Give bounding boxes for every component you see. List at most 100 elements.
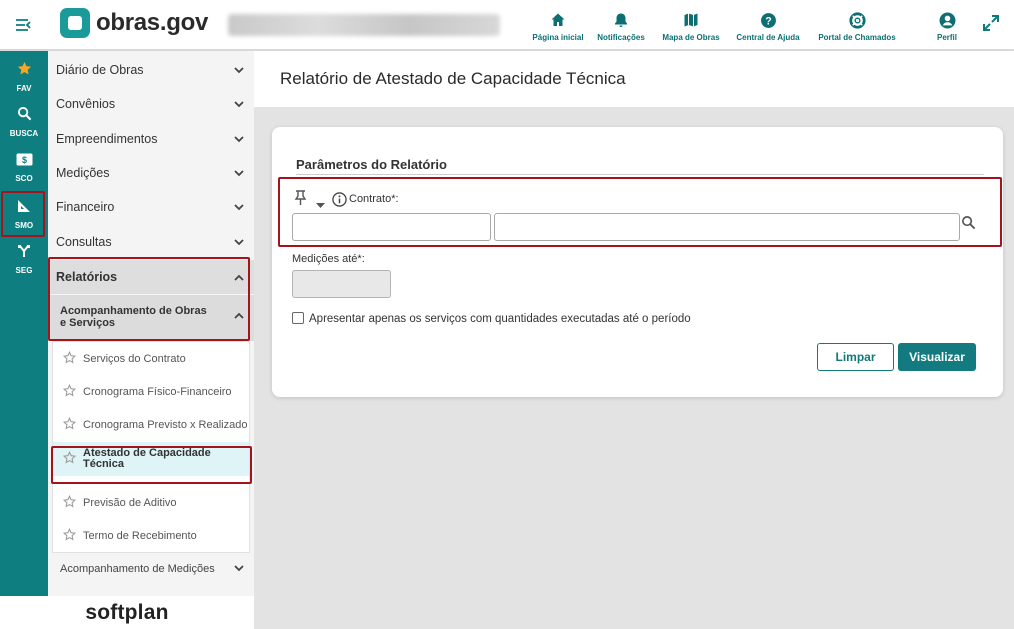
sub-item-label: Cronograma Físico-Financeiro: [83, 385, 232, 398]
only-executed-checkbox[interactable]: [292, 312, 304, 324]
chevron-up-icon: [234, 310, 244, 322]
sub-item-previsao-aditivo[interactable]: Previsão de Aditivo: [53, 486, 249, 519]
sub-item-label: Cronograma Previsto x Realizado: [83, 418, 248, 431]
medicoes-label: Medições até*:: [292, 253, 365, 265]
nav-help-label: Central de Ajuda: [736, 33, 800, 42]
menu-consultas[interactable]: Consultas: [48, 225, 254, 259]
nav-tickets-label: Portal de Chamados: [818, 33, 896, 42]
menu-empreendimentos[interactable]: Empreendimentos: [48, 122, 254, 156]
rail-smo-label: SMO: [14, 220, 34, 230]
clear-button[interactable]: Limpar: [817, 343, 894, 371]
star-outline-icon[interactable]: [62, 527, 77, 544]
sub-item-label: Serviços do Contrato: [83, 352, 186, 365]
chevron-up-icon: [234, 270, 244, 284]
softplan-logo: softplan: [85, 600, 169, 624]
map-icon: [683, 10, 699, 30]
rail-fav[interactable]: FAV: [0, 55, 48, 99]
sub-item-termo-recebimento[interactable]: Termo de Recebimento: [53, 519, 249, 552]
rail-seg[interactable]: SEG: [0, 237, 48, 281]
chevron-down-icon: [234, 166, 244, 180]
view-button[interactable]: Visualizar: [898, 343, 976, 371]
star-icon: [17, 61, 32, 81]
nav-help[interactable]: ? Central de Ajuda: [728, 0, 808, 50]
submenu-panel: Serviços do Contrato Cronograma Físico-F…: [52, 341, 250, 553]
menu-consultas-label: Consultas: [56, 235, 112, 249]
nav-tickets[interactable]: Portal de Chamados: [808, 0, 906, 50]
lifebuoy-icon: [848, 10, 866, 30]
menu-medicoes[interactable]: Medições: [48, 156, 254, 190]
submenu-acompanhamento-obras[interactable]: Acompanhamento de Obras e Serviços: [48, 295, 254, 341]
environment-label: [228, 14, 500, 36]
help-icon: ?: [760, 10, 777, 30]
chevron-down-icon: [234, 63, 244, 77]
chevron-down-icon: [234, 563, 244, 575]
nav-map[interactable]: Mapa de Obras: [654, 0, 728, 50]
logo-mark-icon: [60, 8, 90, 38]
nav-home[interactable]: Página inicial: [528, 0, 588, 50]
menu-financeiro-label: Financeiro: [56, 200, 115, 214]
app-logo[interactable]: obras.gov: [60, 8, 208, 38]
nav-notifications[interactable]: Notificações: [588, 0, 654, 50]
info-icon[interactable]: [332, 192, 347, 212]
star-outline-icon[interactable]: [62, 494, 77, 511]
footer-brand: softplan: [0, 596, 254, 629]
sub-item-servicos[interactable]: Serviços do Contrato: [53, 342, 249, 375]
menu-toggle-icon[interactable]: [0, 0, 48, 50]
only-executed-label: Apresentar apenas os serviços com quanti…: [309, 313, 691, 325]
caret-down-icon[interactable]: [316, 196, 325, 214]
nav-profile-label: Perfil: [936, 33, 957, 42]
page-title: Relatório de Atestado de Capacidade Técn…: [280, 69, 626, 88]
svg-text:?: ?: [765, 15, 771, 27]
nav-home-label: Página inicial: [532, 33, 584, 42]
expand-icon[interactable]: [982, 14, 1000, 37]
menu-acompanhamento-medicoes-label: Acompanhamento de Medições: [60, 563, 215, 575]
rail-smo[interactable]: SMO: [0, 192, 48, 236]
star-outline-icon[interactable]: [62, 350, 77, 367]
submenu-title: Acompanhamento de Obras e Serviços: [60, 305, 207, 329]
menu-relatorios[interactable]: Relatórios: [48, 260, 254, 294]
nav-notifications-label: Notificações: [597, 33, 645, 42]
rail-search[interactable]: BUSCA: [0, 100, 48, 144]
section-title: Parâmetros do Relatório: [296, 157, 447, 172]
medicoes-select[interactable]: [292, 270, 391, 298]
merge-icon: [17, 244, 31, 263]
search-icon[interactable]: [961, 215, 976, 235]
contrato-code-input[interactable]: [292, 213, 491, 241]
rail-fav-label: FAV: [16, 84, 32, 93]
nav-profile[interactable]: Perfil: [906, 0, 988, 50]
money-icon: $: [16, 153, 33, 171]
menu-convenios[interactable]: Convênios: [48, 87, 254, 121]
menu-financeiro[interactable]: Financeiro: [48, 190, 254, 224]
menu-acompanhamento-medicoes[interactable]: Acompanhamento de Medições: [48, 552, 254, 586]
top-bar: obras.gov Página inicial Notificações Ma…: [0, 0, 1014, 50]
sub-item-cronograma-fisico[interactable]: Cronograma Físico-Financeiro: [53, 375, 249, 408]
contrato-description-input[interactable]: [494, 213, 960, 241]
ruler-icon: [17, 199, 31, 218]
menu-convenios-label: Convênios: [56, 97, 116, 111]
rail-seg-label: SEG: [15, 265, 33, 275]
rail-search-label: BUSCA: [9, 129, 39, 138]
contrato-label: Contrato*:: [349, 193, 399, 205]
pin-icon[interactable]: [294, 190, 307, 210]
sub-item-atestado[interactable]: Atestado de Capacidade Técnica: [53, 442, 249, 476]
home-icon: [550, 10, 566, 30]
logo-text: obras.gov: [96, 9, 208, 36]
star-outline-icon[interactable]: [62, 416, 77, 433]
rail-sco[interactable]: $ SCO: [0, 146, 48, 190]
section-divider: [296, 174, 984, 175]
sub-item-label: Termo de Recebimento: [83, 529, 197, 542]
module-rail: FAV BUSCA $ SCO SMO SEG: [0, 51, 48, 596]
star-outline-icon[interactable]: [62, 450, 77, 467]
star-outline-icon[interactable]: [62, 383, 77, 400]
chevron-down-icon: [234, 132, 244, 146]
sub-item-label: Atestado de Capacidade Técnica: [83, 447, 211, 470]
side-menu: Diário de Obras Convênios Empreendimento…: [48, 51, 254, 596]
menu-relatorios-label: Relatórios: [56, 270, 118, 284]
search-icon: [17, 106, 32, 126]
menu-diario-label: Diário de Obras: [56, 63, 144, 77]
sub-item-cronograma-previsto[interactable]: Cronograma Previsto x Realizado: [53, 408, 249, 441]
menu-diario[interactable]: Diário de Obras: [48, 53, 254, 87]
chevron-down-icon: [234, 235, 244, 249]
report-params-card: Parâmetros do Relatório Contrato*: Mediç…: [272, 127, 1003, 397]
rail-sco-label: SCO: [15, 174, 33, 183]
